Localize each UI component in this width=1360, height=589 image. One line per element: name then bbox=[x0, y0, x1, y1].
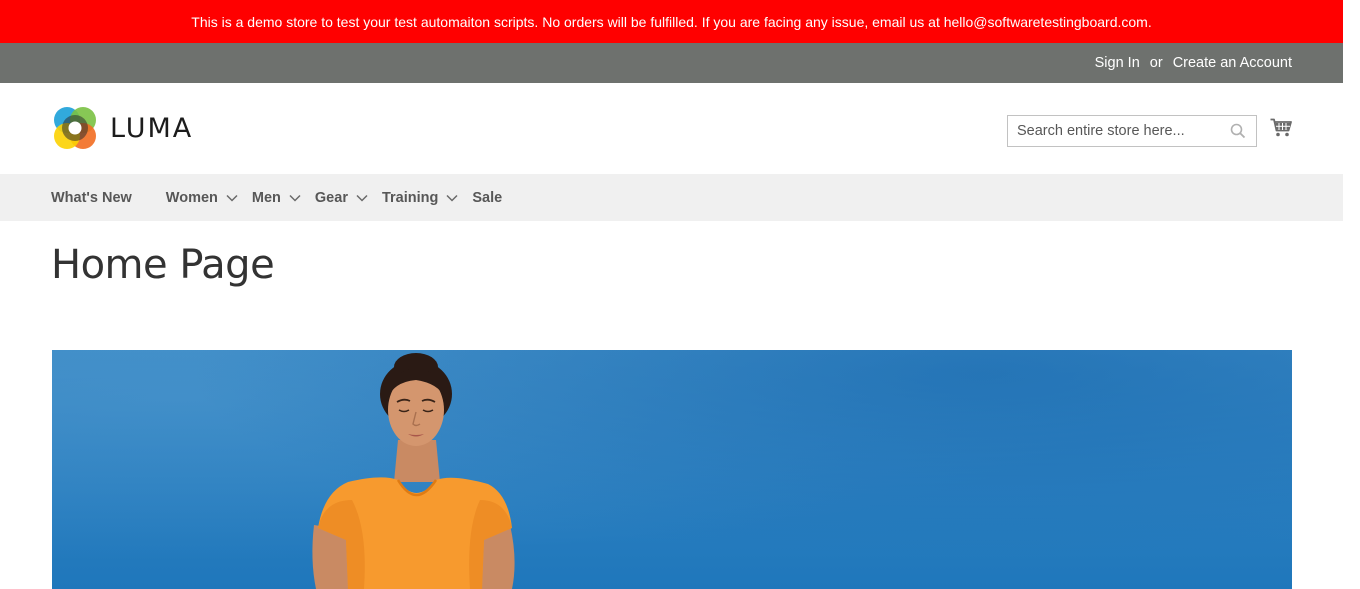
chevron-down-icon bbox=[226, 190, 238, 206]
site-header: LUMA bbox=[0, 83, 1343, 174]
page-title: Home Page bbox=[51, 242, 275, 288]
create-account-link[interactable]: Create an Account bbox=[1173, 55, 1292, 71]
or-separator: or bbox=[1149, 55, 1163, 71]
search-icon[interactable] bbox=[1230, 123, 1246, 144]
search-box bbox=[1007, 115, 1257, 147]
nav-item-gear[interactable]: Gear bbox=[315, 190, 368, 206]
chevron-down-icon bbox=[289, 190, 301, 206]
nav-item-training[interactable]: Training bbox=[382, 190, 458, 206]
page: This is a demo store to test your test a… bbox=[0, 0, 1343, 589]
nav-item-sale[interactable]: Sale bbox=[472, 190, 502, 206]
cart-icon[interactable] bbox=[1270, 118, 1292, 143]
nav-item-label: Women bbox=[165, 189, 218, 206]
nav-item-label: Training bbox=[381, 189, 439, 206]
nav-item-men[interactable]: Men bbox=[252, 190, 301, 206]
nav-item-whats-new[interactable]: What's New bbox=[51, 190, 132, 206]
nav-item-label: Men bbox=[251, 189, 281, 206]
top-panel: Sign In or Create an Account bbox=[0, 43, 1343, 83]
nav-item-label: Gear bbox=[314, 189, 348, 206]
logo-text: LUMA bbox=[110, 112, 194, 144]
search-input[interactable] bbox=[1008, 116, 1227, 146]
main-navigation: What's New Women Men Gear Training Sale bbox=[0, 174, 1343, 221]
chevron-down-icon bbox=[356, 190, 368, 206]
luma-logo[interactable]: LUMA bbox=[52, 105, 193, 151]
sign-in-link[interactable]: Sign In bbox=[1095, 55, 1140, 71]
hero-banner[interactable] bbox=[52, 350, 1292, 589]
nav-item-label: Sale bbox=[472, 189, 503, 206]
nav-item-label: What's New bbox=[51, 189, 132, 206]
demo-notice-bar: This is a demo store to test your test a… bbox=[0, 0, 1343, 43]
demo-notice-text: This is a demo store to test your test a… bbox=[191, 13, 1152, 30]
luma-logo-icon bbox=[54, 107, 96, 149]
hero-woman-image bbox=[312, 353, 515, 589]
nav-item-women[interactable]: Women bbox=[166, 190, 238, 206]
chevron-down-icon bbox=[446, 190, 458, 206]
